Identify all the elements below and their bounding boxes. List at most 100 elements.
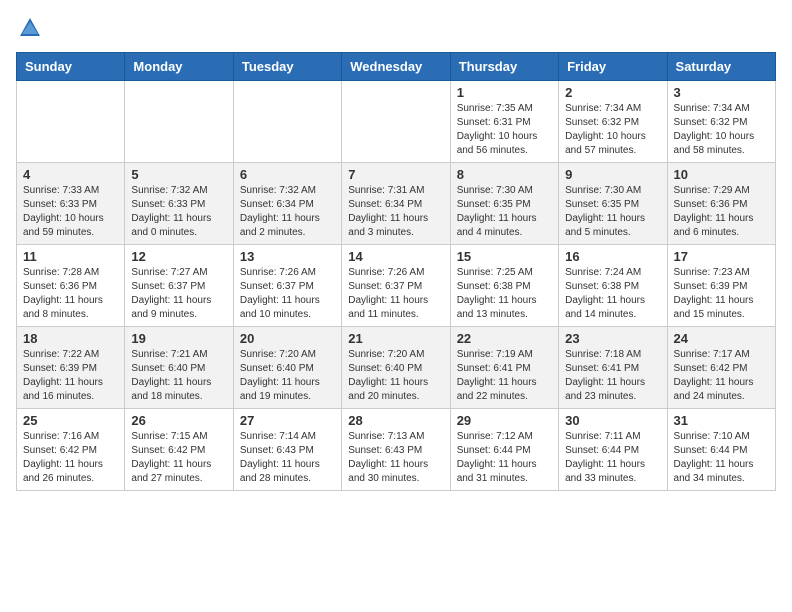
calendar-cell: 8 Sunrise: 7:30 AM Sunset: 6:35 PM Daylig…	[450, 163, 558, 245]
day-number: 28	[348, 413, 443, 428]
day-number: 9	[565, 167, 660, 182]
day-info: Sunrise: 7:12 AM Sunset: 6:44 PM Dayligh…	[457, 430, 552, 486]
day-info: Sunrise: 7:15 AM Sunset: 6:42 PM Dayligh…	[131, 430, 226, 486]
day-info: Sunrise: 7:11 AM Sunset: 6:44 PM Dayligh…	[565, 430, 660, 486]
calendar-cell: 4 Sunrise: 7:33 AM Sunset: 6:33 PM Daylig…	[17, 163, 125, 245]
calendar-cell: 14Sunrise: 7:26 AM Sunset: 6:37 PM Dayli…	[342, 245, 450, 327]
day-number: 29	[457, 413, 552, 428]
day-number: 31	[674, 413, 769, 428]
day-info: Sunrise: 7:34 AM Sunset: 6:32 PM Dayligh…	[674, 102, 769, 158]
day-info: Sunrise: 7:21 AM Sunset: 6:40 PM Dayligh…	[131, 348, 226, 404]
calendar-cell: 25 Sunrise: 7:16 AM Sunset: 6:42 PM Dayli…	[17, 409, 125, 491]
day-info: Sunrise: 7:22 AM Sunset: 6:39 PM Dayligh…	[23, 348, 118, 404]
day-info: Sunrise: 7:28 AM Sunset: 6:36 PM Dayligh…	[23, 266, 118, 322]
calendar-cell: 3 Sunrise: 7:34 AM Sunset: 6:32 PM Daylig…	[667, 81, 775, 163]
day-info: Sunrise: 7:35 AM Sunset: 6:31 PM Dayligh…	[457, 102, 552, 158]
calendar-cell: 9Sunrise: 7:30 AM Sunset: 6:35 PM Daylig…	[559, 163, 667, 245]
calendar-week-row: 4 Sunrise: 7:33 AM Sunset: 6:33 PM Daylig…	[17, 163, 776, 245]
calendar-cell: 19 Sunrise: 7:21 AM Sunset: 6:40 PM Dayli…	[125, 327, 233, 409]
day-info: Sunrise: 7:24 AM Sunset: 6:38 PM Dayligh…	[565, 266, 660, 322]
day-number: 8	[457, 167, 552, 182]
day-info: Sunrise: 7:33 AM Sunset: 6:33 PM Dayligh…	[23, 184, 118, 240]
day-number: 18	[23, 331, 118, 346]
calendar-week-row: 25 Sunrise: 7:16 AM Sunset: 6:42 PM Dayli…	[17, 409, 776, 491]
day-number: 20	[240, 331, 335, 346]
calendar-cell: 17 Sunrise: 7:23 AM Sunset: 6:39 PM Dayli…	[667, 245, 775, 327]
day-number: 30	[565, 413, 660, 428]
day-number: 21	[348, 331, 443, 346]
day-number: 22	[457, 331, 552, 346]
calendar-week-row: 1 Sunrise: 7:35 AM Sunset: 6:31 PM Daylig…	[17, 81, 776, 163]
calendar-cell	[342, 81, 450, 163]
day-info: Sunrise: 7:29 AM Sunset: 6:36 PM Dayligh…	[674, 184, 769, 240]
day-info: Sunrise: 7:14 AM Sunset: 6:43 PM Dayligh…	[240, 430, 335, 486]
day-number: 7	[348, 167, 443, 182]
day-number: 5	[131, 167, 226, 182]
calendar-cell: 10 Sunrise: 7:29 AM Sunset: 6:36 PM Dayli…	[667, 163, 775, 245]
calendar-cell: 21Sunrise: 7:20 AM Sunset: 6:40 PM Dayli…	[342, 327, 450, 409]
day-info: Sunrise: 7:18 AM Sunset: 6:41 PM Dayligh…	[565, 348, 660, 404]
calendar-cell: 7 Sunrise: 7:31 AM Sunset: 6:34 PM Daylig…	[342, 163, 450, 245]
day-number: 24	[674, 331, 769, 346]
calendar-header-row: SundayMondayTuesdayWednesdayThursdayFrid…	[17, 53, 776, 81]
day-info: Sunrise: 7:31 AM Sunset: 6:34 PM Dayligh…	[348, 184, 443, 240]
day-number: 27	[240, 413, 335, 428]
day-number: 23	[565, 331, 660, 346]
day-header-wednesday: Wednesday	[342, 53, 450, 81]
logo	[16, 16, 42, 40]
day-number: 26	[131, 413, 226, 428]
day-number: 11	[23, 249, 118, 264]
calendar-cell: 24 Sunrise: 7:17 AM Sunset: 6:42 PM Dayli…	[667, 327, 775, 409]
calendar-table: SundayMondayTuesdayWednesdayThursdayFrid…	[16, 52, 776, 491]
day-number: 14	[348, 249, 443, 264]
calendar-cell: 2Sunrise: 7:34 AM Sunset: 6:32 PM Daylig…	[559, 81, 667, 163]
day-header-sunday: Sunday	[17, 53, 125, 81]
day-number: 19	[131, 331, 226, 346]
calendar-cell: 15Sunrise: 7:25 AM Sunset: 6:38 PM Dayli…	[450, 245, 558, 327]
day-info: Sunrise: 7:10 AM Sunset: 6:44 PM Dayligh…	[674, 430, 769, 486]
day-number: 12	[131, 249, 226, 264]
day-number: 17	[674, 249, 769, 264]
day-number: 4	[23, 167, 118, 182]
day-info: Sunrise: 7:27 AM Sunset: 6:37 PM Dayligh…	[131, 266, 226, 322]
day-info: Sunrise: 7:30 AM Sunset: 6:35 PM Dayligh…	[457, 184, 552, 240]
day-header-friday: Friday	[559, 53, 667, 81]
day-info: Sunrise: 7:13 AM Sunset: 6:43 PM Dayligh…	[348, 430, 443, 486]
day-number: 1	[457, 85, 552, 100]
calendar-cell: 26 Sunrise: 7:15 AM Sunset: 6:42 PM Dayli…	[125, 409, 233, 491]
day-info: Sunrise: 7:26 AM Sunset: 6:37 PM Dayligh…	[240, 266, 335, 322]
calendar-cell: 11 Sunrise: 7:28 AM Sunset: 6:36 PM Dayli…	[17, 245, 125, 327]
calendar-cell: 12 Sunrise: 7:27 AM Sunset: 6:37 PM Dayli…	[125, 245, 233, 327]
day-info: Sunrise: 7:20 AM Sunset: 6:40 PM Dayligh…	[240, 348, 335, 404]
calendar-cell: 23 Sunrise: 7:18 AM Sunset: 6:41 PM Dayli…	[559, 327, 667, 409]
calendar-cell: 22 Sunrise: 7:19 AM Sunset: 6:41 PM Dayli…	[450, 327, 558, 409]
calendar-cell: 31 Sunrise: 7:10 AM Sunset: 6:44 PM Dayli…	[667, 409, 775, 491]
calendar-cell: 28 Sunrise: 7:13 AM Sunset: 6:43 PM Dayli…	[342, 409, 450, 491]
day-info: Sunrise: 7:16 AM Sunset: 6:42 PM Dayligh…	[23, 430, 118, 486]
calendar-cell: 5Sunrise: 7:32 AM Sunset: 6:33 PM Daylig…	[125, 163, 233, 245]
day-number: 6	[240, 167, 335, 182]
day-number: 16	[565, 249, 660, 264]
day-number: 3	[674, 85, 769, 100]
day-number: 13	[240, 249, 335, 264]
day-header-thursday: Thursday	[450, 53, 558, 81]
day-info: Sunrise: 7:23 AM Sunset: 6:39 PM Dayligh…	[674, 266, 769, 322]
day-header-saturday: Saturday	[667, 53, 775, 81]
calendar-cell: 29 Sunrise: 7:12 AM Sunset: 6:44 PM Dayli…	[450, 409, 558, 491]
calendar-cell: 6Sunrise: 7:32 AM Sunset: 6:34 PM Daylig…	[233, 163, 341, 245]
calendar-cell	[125, 81, 233, 163]
calendar-cell: 27 Sunrise: 7:14 AM Sunset: 6:43 PM Dayli…	[233, 409, 341, 491]
day-info: Sunrise: 7:19 AM Sunset: 6:41 PM Dayligh…	[457, 348, 552, 404]
day-header-tuesday: Tuesday	[233, 53, 341, 81]
calendar-cell: 30 Sunrise: 7:11 AM Sunset: 6:44 PM Dayli…	[559, 409, 667, 491]
day-info: Sunrise: 7:34 AM Sunset: 6:32 PM Dayligh…	[565, 102, 660, 158]
logo-icon	[18, 16, 42, 40]
calendar-week-row: 18 Sunrise: 7:22 AM Sunset: 6:39 PM Dayli…	[17, 327, 776, 409]
calendar-cell: 20 Sunrise: 7:20 AM Sunset: 6:40 PM Dayli…	[233, 327, 341, 409]
day-number: 25	[23, 413, 118, 428]
day-number: 10	[674, 167, 769, 182]
day-info: Sunrise: 7:25 AM Sunset: 6:38 PM Dayligh…	[457, 266, 552, 322]
calendar-cell: 18 Sunrise: 7:22 AM Sunset: 6:39 PM Dayli…	[17, 327, 125, 409]
calendar-week-row: 11 Sunrise: 7:28 AM Sunset: 6:36 PM Dayli…	[17, 245, 776, 327]
day-info: Sunrise: 7:17 AM Sunset: 6:42 PM Dayligh…	[674, 348, 769, 404]
